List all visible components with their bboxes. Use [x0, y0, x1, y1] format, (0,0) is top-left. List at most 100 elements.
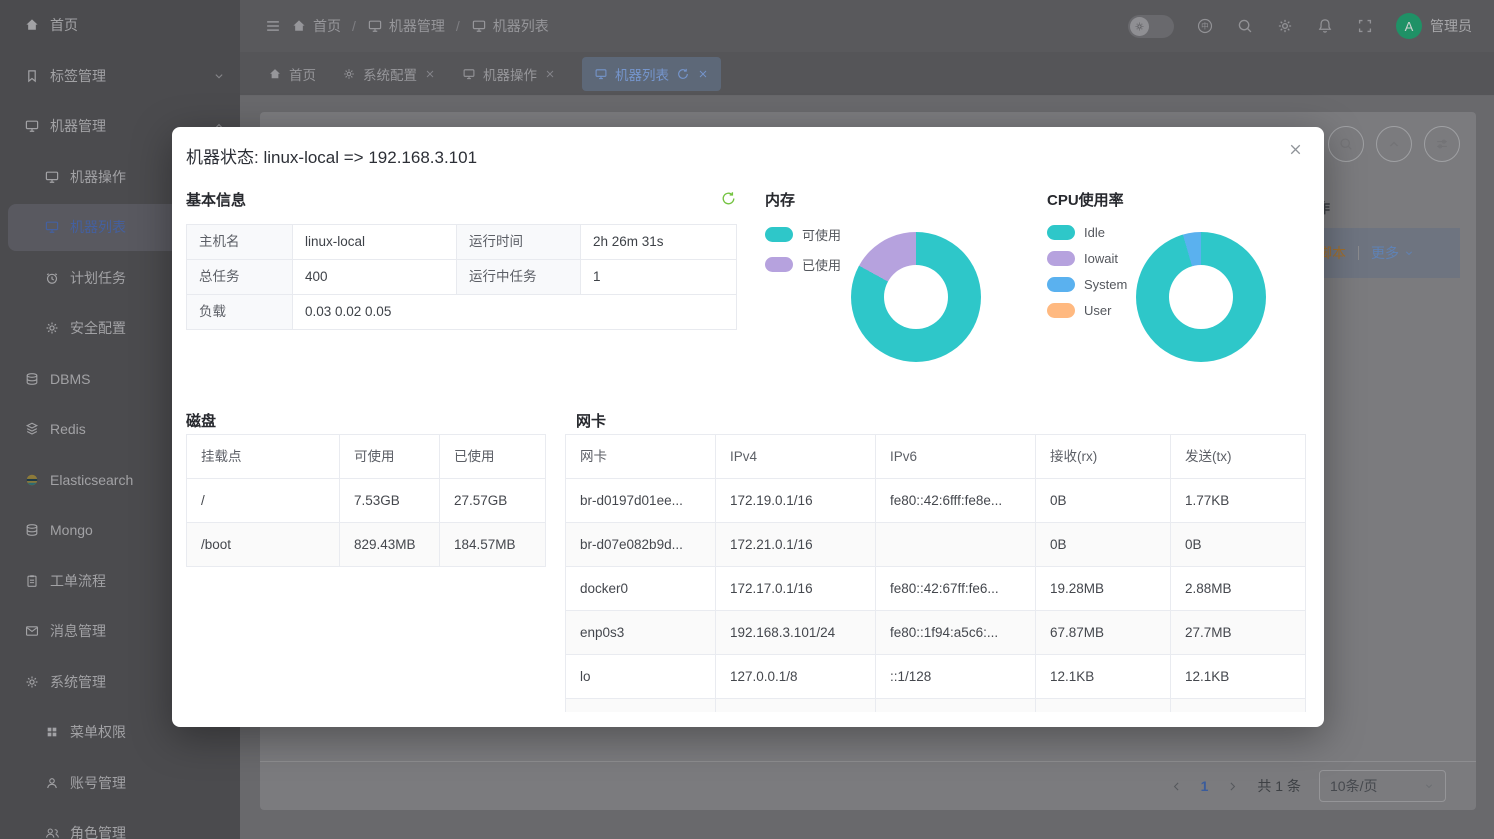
tab-refresh-icon[interactable] [676, 67, 690, 81]
fullscreen-icon[interactable] [1356, 17, 1374, 35]
monitor-icon [471, 18, 487, 34]
tabbar: 首页 系统配置 机器操作 机器列表 [240, 52, 1494, 96]
network-table: 网卡 IPv4 IPv6 接收(rx) 发送(tx) br-d0197d01ee... 17… [565, 434, 1306, 712]
legend-label: Iowait [1084, 251, 1118, 266]
basic-info-value: 1 [581, 260, 737, 295]
page-size-select[interactable]: 10条/页 [1319, 770, 1446, 802]
sidebar-item[interactable]: 账号管理 [0, 758, 240, 809]
legend-swatch [1047, 225, 1075, 240]
sidebar-item-label: 机器列表 [70, 219, 126, 236]
sidebar-item-label: 安全配置 [70, 320, 126, 337]
gear-icon [24, 674, 40, 690]
sidebar-item[interactable]: 首页 [0, 0, 240, 51]
monitor-icon [367, 18, 383, 34]
prev-page-button[interactable] [1170, 780, 1183, 793]
legend-label: System [1084, 277, 1128, 292]
table-cell: 0B [1171, 523, 1306, 567]
hamburger-icon[interactable] [264, 17, 282, 35]
sidebar-item-label: Elasticsearch [50, 471, 134, 488]
legend-item: Idle [1047, 225, 1127, 240]
table-cell [876, 523, 1036, 567]
table-cell: / [187, 479, 340, 523]
grid-icon [44, 724, 60, 740]
topbar: 首页 / 机器管理 / 机器列表 中 A 管理员 [240, 0, 1494, 52]
memory-legend: 可使用 已使用 [765, 225, 841, 274]
divider [1358, 246, 1359, 260]
cpu-donut-chart [1136, 232, 1266, 362]
legend-swatch [765, 227, 793, 242]
tab-机器列表[interactable]: 机器列表 [582, 56, 721, 91]
sidebar-item[interactable]: 角色管理 [0, 808, 240, 839]
table-cell: 7.53GB [340, 479, 440, 523]
basic-info-label: 负载 [187, 295, 293, 330]
breadcrumb: 首页 / 机器管理 / 机器列表 [240, 16, 549, 36]
user-icon [44, 775, 60, 791]
collapse-button[interactable] [1376, 126, 1412, 162]
gear-icon [44, 320, 60, 336]
tab-close-icon[interactable] [697, 68, 709, 80]
theme-toggle[interactable] [1128, 14, 1174, 38]
legend-item: Iowait [1047, 251, 1127, 266]
monitor-icon [24, 118, 40, 134]
table-cell: 127.0.0.1/8 [716, 655, 876, 699]
basic-info-value: 400 [293, 260, 457, 295]
tab-close-icon[interactable] [424, 68, 436, 80]
home-icon [268, 67, 282, 81]
table-cell: 0B [1036, 523, 1171, 567]
chevron-down-icon [1423, 780, 1435, 792]
table-cell: /boot [187, 523, 340, 567]
filter-button[interactable] [1424, 126, 1460, 162]
refresh-icon[interactable] [720, 190, 737, 207]
tab-close-icon[interactable] [544, 68, 556, 80]
sidebar-item-label: 角色管理 [70, 825, 126, 839]
basic-info-value: linux-local [293, 225, 457, 260]
breadcrumb-item[interactable]: 机器列表 [471, 16, 549, 36]
close-icon[interactable] [1287, 141, 1304, 158]
tab-系统配置[interactable]: 系统配置 [342, 64, 436, 84]
table-cell: 0B [1036, 479, 1171, 523]
memory-chart-title: 内存 [765, 192, 796, 209]
table-cell: fe80::42:6fff:fe8e... [876, 479, 1036, 523]
monitor-icon [594, 67, 608, 81]
home-icon [24, 17, 40, 33]
next-page-button[interactable] [1226, 780, 1239, 793]
table-cell: ::1/128 [876, 655, 1036, 699]
sidebar-item-label: Redis [50, 421, 86, 438]
clock-icon [44, 270, 60, 286]
notifications-bell-icon[interactable] [1316, 17, 1334, 35]
table-cell: 172.17.0.1/16 [716, 567, 876, 611]
language-icon[interactable]: 中 [1196, 17, 1214, 35]
table-cell: fe80::1f94:a5c6:... [876, 611, 1036, 655]
topbar-actions: 中 A 管理员 [1128, 13, 1494, 39]
tab-机器操作[interactable]: 机器操作 [462, 64, 556, 84]
tab-首页[interactable]: 首页 [268, 64, 316, 84]
sidebar-item[interactable]: 标签管理 [0, 51, 240, 102]
table-cell: lo [566, 655, 716, 699]
breadcrumb-item[interactable]: 首页 [291, 16, 341, 36]
table-header-cell: 接收(rx) [1036, 435, 1171, 479]
user-menu[interactable]: A 管理员 [1396, 13, 1472, 39]
sidebar-item-label: 菜单权限 [70, 724, 126, 741]
more-action[interactable]: 更多 [1371, 243, 1415, 263]
sidebar-item-label: 标签管理 [50, 67, 106, 84]
table-header-cell: 发送(tx) [1171, 435, 1306, 479]
settings-gear-icon[interactable] [1276, 17, 1294, 35]
table-cell: 27.57GB [440, 479, 546, 523]
breadcrumb-item[interactable]: 机器管理 [367, 16, 445, 36]
legend-swatch [765, 257, 793, 272]
table-cell [1036, 699, 1171, 712]
disk-title: 磁盘 [186, 413, 217, 430]
page-number[interactable]: 1 [1201, 778, 1209, 794]
table-cell: 172.21.0.1/16 [716, 523, 876, 567]
home-icon [291, 18, 307, 34]
search-icon[interactable] [1236, 17, 1254, 35]
legend-item: 已使用 [765, 255, 841, 274]
table-header-cell: 挂载点 [187, 435, 340, 479]
table-cell: 192.168.3.101/24 [716, 611, 876, 655]
legend-label: 已使用 [802, 258, 842, 273]
bookmark-icon [24, 68, 40, 84]
sidebar-item-label: Mongo [50, 522, 93, 539]
search-button[interactable] [1328, 126, 1364, 162]
sidebar-item-label: 系统管理 [50, 673, 106, 690]
sidebar-item-label: 账号管理 [70, 774, 126, 791]
